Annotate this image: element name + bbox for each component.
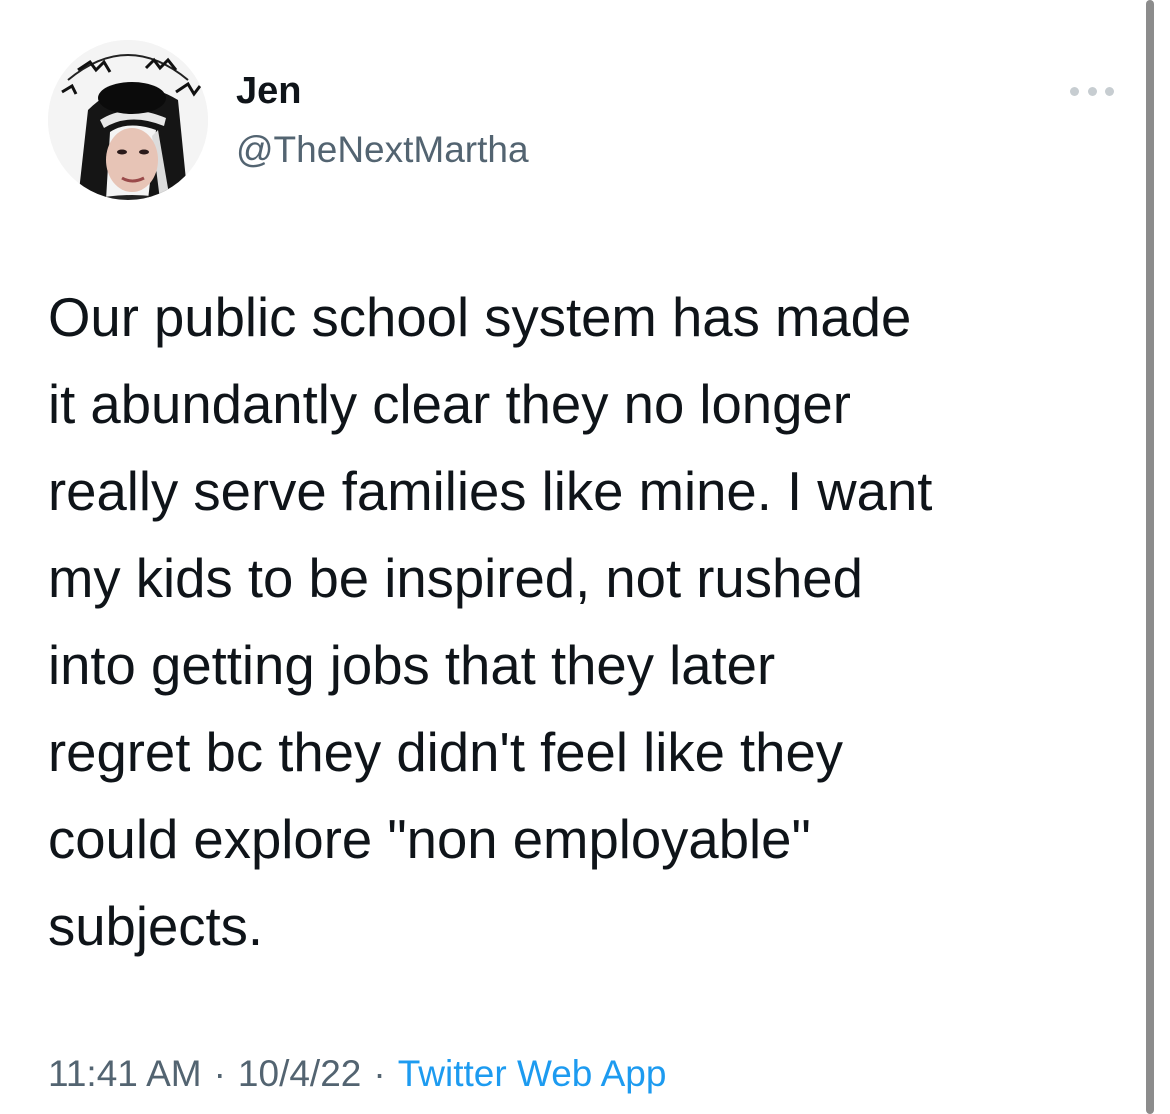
author-handle[interactable]: @TheNextMartha: [236, 127, 529, 173]
author-display-name[interactable]: Jen: [236, 68, 301, 114]
avatar-image: [48, 40, 208, 200]
more-options-icon: [1070, 86, 1114, 96]
tweet-time[interactable]: 11:41 AM: [48, 1053, 202, 1094]
tweet: Jen @TheNextMartha Our public school sys…: [0, 0, 1170, 1114]
meta-separator: ·: [373, 1053, 386, 1094]
tweet-meta: 11:41 AM · 10/4/22 · Twitter Web App: [48, 1048, 666, 1100]
meta-separator: ·: [213, 1053, 226, 1094]
dot: [1070, 86, 1079, 96]
scrollbar[interactable]: [1146, 0, 1154, 1114]
tweet-source-link[interactable]: Twitter Web App: [398, 1053, 667, 1094]
avatar[interactable]: [48, 40, 208, 200]
dot: [1105, 86, 1114, 96]
tweet-date[interactable]: 10/4/22: [238, 1053, 361, 1094]
tweet-text: Our public school system has made it abu…: [48, 287, 933, 957]
dot: [1087, 86, 1097, 96]
more-options-button[interactable]: [1064, 74, 1120, 108]
